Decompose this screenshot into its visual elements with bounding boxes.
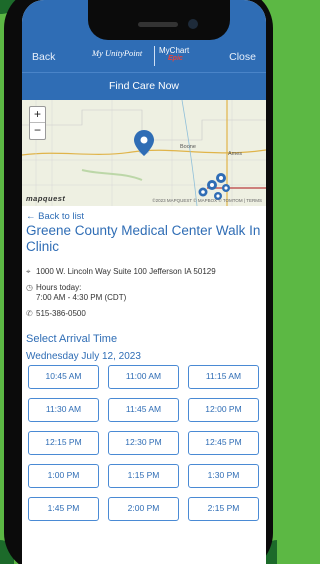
phone-icon: ✆	[26, 309, 33, 318]
mapquest-logo: mapquest	[26, 194, 66, 203]
clinic-name: Greene County Medical Center Walk In Cli…	[26, 223, 261, 254]
time-slot-button[interactable]: 1:30 PM	[188, 464, 259, 488]
back-to-list-link[interactable]: ← Back to list	[26, 211, 84, 222]
time-slot-button[interactable]: 12:30 PM	[108, 431, 179, 455]
clock-icon: ◷	[26, 283, 33, 292]
page-title: Find Care Now	[22, 72, 266, 100]
time-slot-button[interactable]: 11:15 AM	[188, 365, 259, 389]
arrival-section-title: Select Arrival Time	[26, 333, 118, 345]
time-slot-button[interactable]: 11:45 AM	[108, 398, 179, 422]
hours-value-line: 7:00 AM - 4:30 PM (CDT)	[36, 293, 126, 303]
map-place-label: Boone	[180, 144, 196, 150]
zoom-out-button[interactable]: −	[30, 123, 45, 139]
map-marker-icon: ⌖	[26, 267, 31, 276]
time-slot-button[interactable]: 2:00 PM	[108, 497, 179, 521]
time-slot-button[interactable]: 1:00 PM	[28, 464, 99, 488]
map-credits[interactable]: ©2023 MAPQUEST © MAPBOX © TOMTOM | TERMS	[152, 198, 262, 203]
phone-line: ✆ 515-386-0500	[26, 309, 86, 319]
phone-notch	[88, 0, 230, 40]
hours-line: ◷ Hours today:	[26, 283, 81, 293]
phone-frame: Back My UnityPoint MyChart Epic Close Fi…	[4, 0, 273, 564]
epic-logo: Epic	[168, 55, 183, 62]
time-slot-button[interactable]: 2:15 PM	[188, 497, 259, 521]
time-slot-button[interactable]: 11:00 AM	[108, 365, 179, 389]
arrival-date: Wednesday July 12, 2023	[26, 351, 141, 362]
time-slot-button[interactable]: 12:15 PM	[28, 431, 99, 455]
camera-icon	[188, 19, 198, 29]
logo-divider	[154, 46, 155, 66]
location-map[interactable]: Boone Ames + − mapquest ©2023 MAPQUEST ©…	[22, 100, 266, 206]
phone-number[interactable]: 515-386-0500	[36, 309, 86, 318]
time-slot-button[interactable]: 1:15 PM	[108, 464, 179, 488]
back-button[interactable]: Back	[32, 51, 55, 63]
map-place-label: Ames	[228, 151, 243, 157]
speaker-icon	[138, 22, 178, 27]
zoom-control: + −	[29, 106, 46, 140]
mychart-logo: MyChart	[159, 46, 190, 55]
time-slot-button[interactable]: 11:30 AM	[28, 398, 99, 422]
time-slot-button[interactable]: 1:45 PM	[28, 497, 99, 521]
time-slot-button[interactable]: 12:45 PM	[188, 431, 259, 455]
address-text: 1000 W. Lincoln Way Suite 100 Jefferson …	[36, 267, 216, 276]
address-line: ⌖ 1000 W. Lincoln Way Suite 100 Jefferson…	[26, 267, 216, 277]
close-button[interactable]: Close	[229, 51, 256, 63]
unitypoint-logo: My UnityPoint	[92, 48, 143, 58]
zoom-in-button[interactable]: +	[30, 107, 45, 123]
time-slot-button[interactable]: 10:45 AM	[28, 365, 99, 389]
time-slot-button[interactable]: 12:00 PM	[188, 398, 259, 422]
hours-value: 7:00 AM - 4:30 PM (CDT)	[36, 293, 127, 302]
phone-screen: Back My UnityPoint MyChart Epic Close Fi…	[22, 0, 266, 564]
hours-label: Hours today:	[36, 283, 82, 292]
